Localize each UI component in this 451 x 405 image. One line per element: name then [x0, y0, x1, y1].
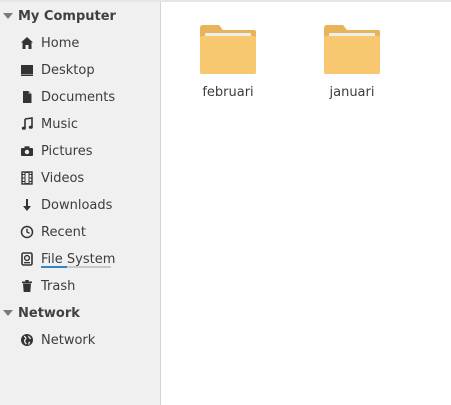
- disk-usage-fill: [41, 266, 67, 268]
- sidebar-item-network[interactable]: Network: [0, 328, 160, 352]
- sidebar-item-desktop[interactable]: Desktop: [0, 58, 160, 82]
- sidebar-item-label: Trash: [41, 278, 76, 294]
- sidebar-item-label: Downloads: [41, 197, 113, 213]
- music-icon: [19, 116, 35, 132]
- sidebar-item-label: Desktop: [41, 62, 95, 78]
- sidebar-item-recent[interactable]: Recent: [0, 220, 160, 244]
- disk-usage-bar: [41, 266, 111, 268]
- sidebar: My Computer Home Desktop Documents Music…: [0, 2, 161, 405]
- sidebar-item-label: Videos: [41, 170, 85, 186]
- caret-down-icon[interactable]: [3, 13, 13, 19]
- sidebar-item-trash[interactable]: Trash: [0, 274, 160, 298]
- file-view[interactable]: februari januari: [162, 2, 451, 405]
- sidebar-item-label: File System: [41, 251, 116, 267]
- folder-item-februari[interactable]: februari: [183, 22, 273, 100]
- sidebar-item-label: Pictures: [41, 143, 93, 159]
- section-title: Network: [18, 305, 80, 321]
- sidebar-item-label: Music: [41, 116, 78, 132]
- sidebar-item-label: Documents: [41, 89, 116, 105]
- camera-icon: [19, 143, 35, 159]
- home-icon: [19, 35, 35, 51]
- sidebar-item-videos[interactable]: Videos: [0, 166, 160, 190]
- sidebar-item-label: Recent: [41, 224, 86, 240]
- desktop-icon: [19, 62, 35, 78]
- section-title: My Computer: [18, 8, 116, 24]
- drive-icon: [19, 251, 35, 267]
- folder-name: februari: [202, 85, 254, 100]
- sidebar-item-pictures[interactable]: Pictures: [0, 139, 160, 163]
- document-icon: [19, 89, 35, 105]
- sidebar-item-label: Home: [41, 35, 80, 51]
- film-icon: [19, 170, 35, 186]
- folder-item-januari[interactable]: januari: [307, 22, 397, 100]
- sidebar-item-music[interactable]: Music: [0, 112, 160, 136]
- sidebar-item-home[interactable]: Home: [0, 31, 160, 55]
- folder-icon: [200, 25, 256, 74]
- folder-icon: [324, 25, 380, 74]
- section-header-network[interactable]: Network: [0, 301, 160, 325]
- sidebar-item-downloads[interactable]: Downloads: [0, 193, 160, 217]
- globe-icon: [19, 332, 35, 348]
- trash-icon: [19, 278, 35, 294]
- clock-icon: [19, 224, 35, 240]
- caret-down-icon[interactable]: [3, 310, 13, 316]
- folder-name: januari: [329, 85, 375, 100]
- sidebar-item-documents[interactable]: Documents: [0, 85, 160, 109]
- section-header-my-computer[interactable]: My Computer: [0, 4, 160, 28]
- sidebar-item-label: Network: [41, 332, 96, 348]
- download-icon: [19, 197, 35, 213]
